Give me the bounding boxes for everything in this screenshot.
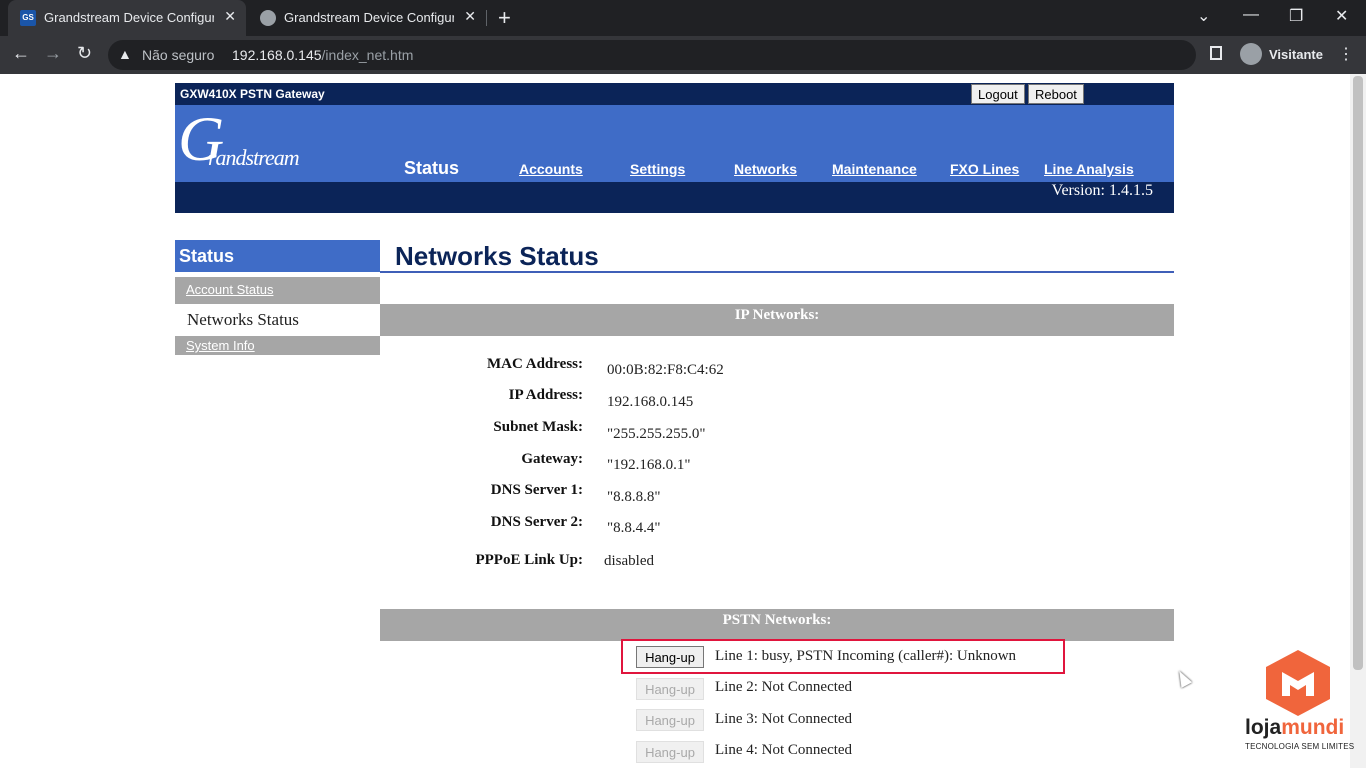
sidebar-item-account-status[interactable]: Account Status	[175, 277, 380, 304]
url-text[interactable]: 192.168.0.145/index_net.htm	[232, 47, 413, 63]
dns-server-2-value: "8.8.4.4"	[607, 520, 661, 536]
new-tab-icon[interactable]: +	[498, 5, 511, 31]
ip-networks-header: IP Networks:	[380, 304, 1174, 336]
line-1-highlight-box	[621, 639, 1065, 674]
pppoe-label: PPPoE Link Up:	[475, 552, 583, 568]
tab-grandstream-1[interactable]: GS Grandstream Device Configuratio ✕	[8, 0, 246, 36]
tab-separator	[486, 10, 487, 26]
header-top-bar: GXW410X PSTN Gateway Logout Reboot	[175, 83, 1174, 105]
nav-fxo-lines[interactable]: FXO Lines	[950, 161, 1019, 177]
ip-address-label: IP Address:	[508, 387, 583, 403]
reload-icon[interactable]: ↻	[77, 43, 92, 64]
globe-icon	[260, 10, 276, 26]
gateway-value: "192.168.0.1"	[607, 457, 691, 473]
subnet-mask-label: Subnet Mask:	[493, 419, 583, 435]
url-path: /index_net.htm	[321, 47, 414, 63]
lojamundi-logo-icon	[1266, 650, 1330, 716]
restore-icon[interactable]: ❐	[1289, 6, 1303, 26]
profile-name: Visitante	[1269, 47, 1323, 62]
title-divider	[380, 271, 1174, 273]
browser-toolbar: ← → ↻ ▲ Não seguro 192.168.0.145/index_n…	[0, 36, 1366, 74]
address-bar[interactable]: ▲ Não seguro 192.168.0.145/index_net.htm	[108, 40, 1196, 70]
window-close-icon[interactable]: ✕	[1335, 6, 1348, 26]
dns-server-1-label: DNS Server 1:	[490, 482, 583, 498]
grandstream-favicon-icon: GS	[20, 10, 36, 26]
mouse-pointer-icon	[1173, 668, 1193, 688]
ip-address-value: 192.168.0.145	[607, 394, 694, 410]
tab-title: Grandstream Device Configuratio	[284, 10, 454, 25]
pppoe-value: disabled	[604, 553, 654, 569]
tab-grandstream-2[interactable]: Grandstream Device Configuratio ✕	[248, 0, 486, 36]
nav-status[interactable]: Status	[404, 158, 459, 179]
sidebar-item-networks-status[interactable]: Networks Status	[175, 304, 380, 336]
tab-title: Grandstream Device Configuratio	[44, 10, 214, 25]
subnet-mask-value: "255.255.255.0"	[607, 426, 706, 442]
hangup-button-line-2[interactable]: Hang-up	[636, 678, 704, 700]
lojamundi-watermark: lojamundi TECNOLOGIA SEM LIMITES	[1240, 648, 1358, 758]
nav-line-analysis[interactable]: Line Analysis	[1044, 161, 1134, 177]
hangup-button-line-3[interactable]: Hang-up	[636, 709, 704, 731]
product-name: GXW410X PSTN Gateway	[180, 87, 325, 101]
line-4-status: Line 4: Not Connected	[715, 742, 853, 758]
scrollbar-thumb[interactable]	[1353, 76, 1363, 670]
url-host: 192.168.0.145	[232, 47, 322, 63]
header-nav-band: G randstream Status Accounts Settings Ne…	[175, 105, 1174, 182]
hangup-button-line-4[interactable]: Hang-up	[636, 741, 704, 763]
security-label[interactable]: Não seguro	[142, 47, 214, 63]
brand-part-b: mundi	[1281, 716, 1345, 739]
browser-tab-bar: GS Grandstream Device Configuratio ✕ Gra…	[0, 0, 1366, 36]
dns-server-2-label: DNS Server 2:	[490, 514, 583, 530]
nav-accounts[interactable]: Accounts	[519, 161, 583, 177]
mac-address-value: 00:0B:82:F8:C4:62	[607, 362, 724, 378]
sidebar-item-system-info[interactable]: System Info	[175, 336, 380, 355]
close-icon[interactable]: ✕	[464, 8, 476, 25]
firmware-version: Version: 1.4.1.5	[1051, 182, 1153, 199]
gateway-label: Gateway:	[521, 451, 583, 467]
more-menu-icon[interactable]: ⋮	[1338, 44, 1354, 64]
forward-arrow-icon[interactable]: →	[44, 43, 62, 64]
brand-part-a: loja	[1245, 716, 1282, 739]
close-icon[interactable]: ✕	[224, 8, 236, 25]
reboot-button[interactable]: Reboot	[1028, 84, 1084, 104]
header-bottom-bar: Version: 1.4.1.5	[175, 182, 1174, 213]
watermark-tagline: TECNOLOGIA SEM LIMITES	[1245, 742, 1355, 751]
avatar	[1240, 43, 1262, 65]
nav-maintenance[interactable]: Maintenance	[832, 161, 917, 177]
back-arrow-icon[interactable]: ←	[12, 43, 30, 64]
line-3-status: Line 3: Not Connected	[715, 711, 853, 727]
warning-icon[interactable]: ▲	[118, 46, 132, 62]
mac-address-label: MAC Address:	[487, 356, 583, 372]
minimize-icon[interactable]: —	[1243, 6, 1259, 24]
side-panel-icon[interactable]	[1210, 46, 1222, 60]
sidebar-heading: Status	[175, 240, 380, 272]
page-title: Networks Status	[395, 241, 599, 271]
line-2-status: Line 2: Not Connected	[715, 679, 853, 695]
dns-server-1-value: "8.8.8.8"	[607, 489, 661, 505]
logout-button[interactable]: Logout	[971, 84, 1025, 104]
nav-networks[interactable]: Networks	[734, 161, 797, 177]
tab-search-chevron-icon[interactable]: ⌄	[1197, 6, 1210, 26]
pstn-networks-header: PSTN Networks:	[380, 609, 1174, 641]
nav-settings[interactable]: Settings	[630, 161, 685, 177]
watermark-brand: lojamundi	[1245, 716, 1344, 740]
